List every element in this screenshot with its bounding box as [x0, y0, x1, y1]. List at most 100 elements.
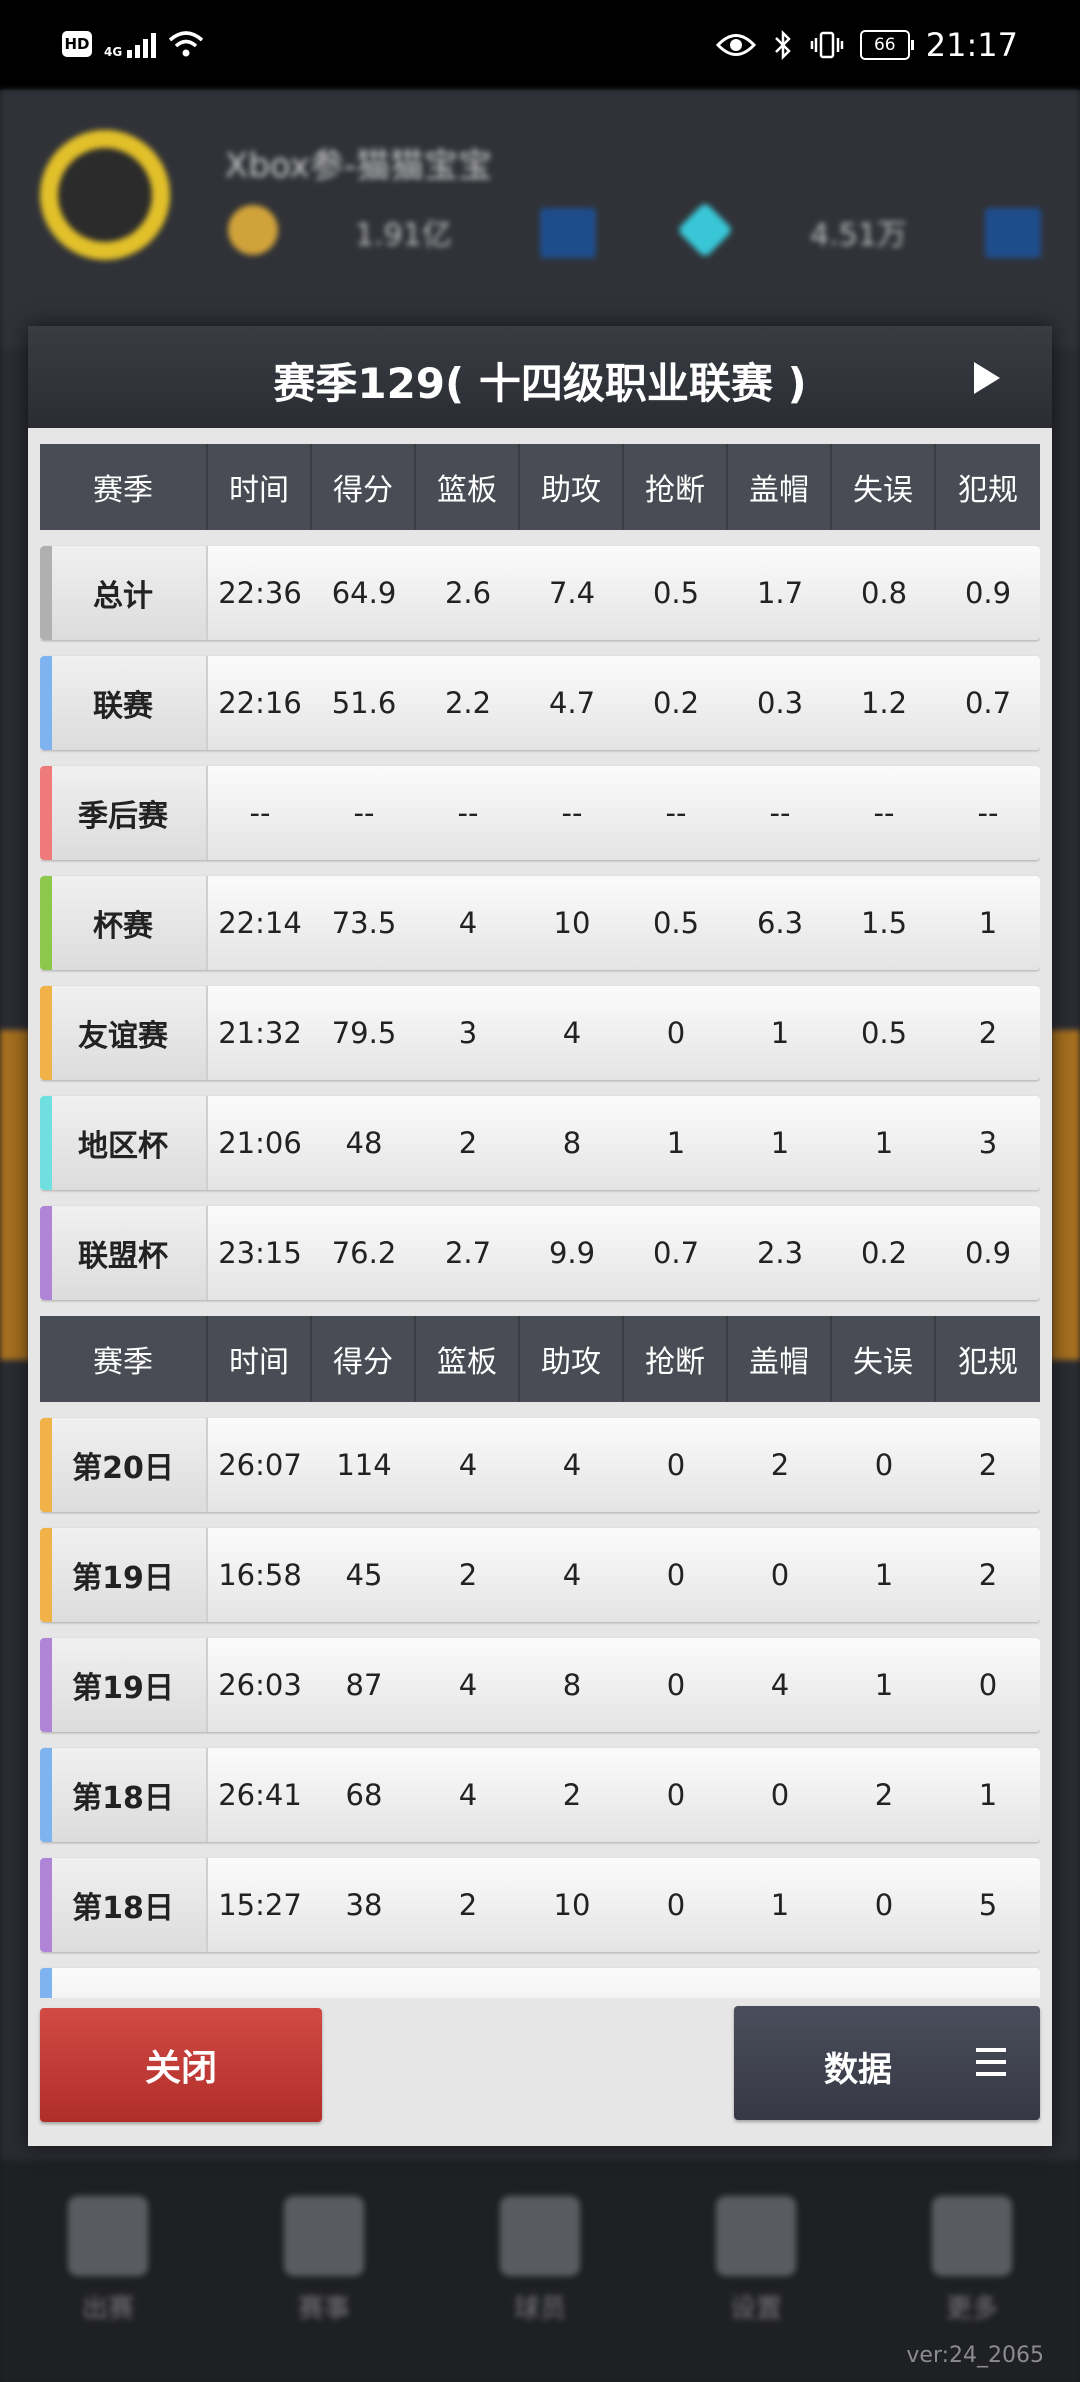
- stat-cell: 10: [553, 906, 591, 940]
- trophy-icon: [284, 2196, 364, 2276]
- stat-cell: 2: [770, 1448, 790, 1482]
- stat-cell: 38: [345, 1888, 383, 1922]
- stat-cell: 4: [562, 1558, 582, 1592]
- stat-cell: 2.2: [444, 686, 492, 720]
- column-header: 篮板: [416, 444, 520, 530]
- game-row[interactable]: [40, 1968, 1040, 1999]
- row-label: 第18日: [40, 1858, 208, 1952]
- stat-cell: 4: [562, 1016, 582, 1050]
- calendar-icon: [68, 2196, 148, 2276]
- stat-cell: 4: [458, 1778, 478, 1812]
- season-row[interactable]: 杯赛 22:14 73.5 4 10 0.5 6.3 1.5 1: [40, 876, 1040, 970]
- version-label: ver:24_2065: [906, 2343, 1044, 2368]
- stat-cell: 79.5: [331, 1016, 397, 1050]
- dialog-title: 赛季129( 十四级职业联赛 ): [273, 359, 807, 408]
- season-row[interactable]: 友谊赛 21:32 79.5 3 4 0 1 0.5 2: [40, 986, 1040, 1080]
- game-row[interactable]: 第19日 16:58 45 2 4 0 0 1 2: [40, 1528, 1040, 1622]
- category-color-bar: [40, 1858, 52, 1952]
- stat-cell: --: [769, 796, 791, 830]
- team-header: Xbox参-猫猫宝宝 1.91亿 4.51万: [0, 90, 1080, 350]
- data-menu-button[interactable]: 数据: [734, 2006, 1040, 2120]
- category-color-bar: [40, 1206, 52, 1300]
- stat-cell: 0.7: [652, 1236, 700, 1270]
- next-season-icon[interactable]: [974, 362, 1000, 394]
- stat-cell: 114: [336, 1448, 392, 1482]
- category-color-bar: [40, 986, 52, 1080]
- stat-cell: 2: [562, 1778, 582, 1812]
- season-row[interactable]: 联盟杯 23:15 76.2 2.7 9.9 0.7 2.3 0.2 0.9: [40, 1206, 1040, 1300]
- game-row[interactable]: 第18日 15:27 38 2 10 0 1 0 5: [40, 1858, 1040, 1952]
- wifi-icon: [169, 31, 204, 57]
- column-header: 得分: [312, 1316, 416, 1402]
- stat-cell: 0.5: [652, 576, 700, 610]
- stat-cell: --: [457, 796, 479, 830]
- row-label: 第19日: [40, 1638, 208, 1732]
- nav-item: 设置: [701, 2196, 811, 2346]
- column-header: 赛季: [40, 1316, 208, 1402]
- close-button[interactable]: 关闭: [40, 2008, 322, 2122]
- nav-item: 赛事: [269, 2196, 379, 2346]
- avatar: [40, 130, 170, 260]
- season-row[interactable]: 地区杯 21:06 48 2 8 1 1 1 3: [40, 1096, 1040, 1190]
- row-label: 第19日: [40, 1528, 208, 1622]
- row-label: 第20日: [40, 1418, 208, 1512]
- stat-cell: 1: [978, 1778, 998, 1812]
- table-header: 赛季 时间 得分 篮板 助攻 抢断 盖帽 失误 犯规: [40, 444, 1040, 530]
- more-icon: [932, 2196, 1012, 2276]
- season-row[interactable]: 总计 22:36 64.9 2.6 7.4 0.5 1.7 0.8 0.9: [40, 546, 1040, 640]
- dialog-header: 赛季129( 十四级职业联赛 ): [28, 326, 1052, 428]
- stat-cell: 21:06: [218, 1126, 302, 1160]
- stat-cell: 1.2: [860, 686, 908, 720]
- nav-label: 更多: [945, 2294, 998, 2324]
- category-color-bar: [40, 1528, 52, 1622]
- stats-table[interactable]: 赛季 时间 得分 篮板 助攻 抢断 盖帽 失误 犯规 总计 22:36 64.9 2.6 7.4 0.5 1.…: [40, 444, 1040, 1999]
- season-row[interactable]: 季后赛 -- -- -- -- -- -- -- --: [40, 766, 1040, 860]
- game-row[interactable]: 第18日 26:41 68 4 2 0 0 2 1: [40, 1748, 1040, 1842]
- team-name: Xbox参-猫猫宝宝: [225, 146, 493, 186]
- stat-cell: 8: [562, 1126, 582, 1160]
- stat-cell: 2.7: [444, 1236, 492, 1270]
- stat-cell: 0: [978, 1668, 998, 1702]
- gem-value: 4.51万: [810, 218, 907, 253]
- row-label: 杯赛: [40, 876, 208, 970]
- game-row[interactable]: 第19日 26:03 87 4 8 0 4 1 0: [40, 1638, 1040, 1732]
- coin-icon: [228, 205, 278, 255]
- stat-cell: 0: [666, 1448, 686, 1482]
- column-header: 时间: [208, 444, 312, 530]
- battery-level: 66: [873, 35, 896, 55]
- menu-icon: [976, 2048, 1006, 2076]
- stat-cell: 26:41: [218, 1778, 302, 1812]
- stat-cell: 21:32: [218, 1016, 302, 1050]
- stat-cell: 5: [978, 1888, 998, 1922]
- stat-cell: 1: [874, 1558, 894, 1592]
- column-header: 抢断: [624, 444, 728, 530]
- stat-cell: 7.4: [548, 576, 596, 610]
- stat-cell: 1.7: [756, 576, 804, 610]
- stat-cell: 68: [345, 1778, 383, 1812]
- stat-cell: 0: [666, 1888, 686, 1922]
- column-header: 时间: [208, 1316, 312, 1402]
- column-header: 助攻: [520, 1316, 624, 1402]
- column-header: 犯规: [958, 1345, 1018, 1380]
- column-header: 犯规: [958, 473, 1018, 508]
- signal-icon: 4G: [104, 30, 157, 58]
- column-header: 得分: [312, 444, 416, 530]
- nav-item: 出赛: [53, 2196, 163, 2346]
- game-row[interactable]: 第20日 26:07 114 4 4 0 2 0 2: [40, 1418, 1040, 1512]
- nav-label: 赛事: [297, 2294, 350, 2324]
- season-row[interactable]: 联赛 22:16 51.6 2.2 4.7 0.2 0.3 1.2 0.7: [40, 656, 1040, 750]
- stat-cell: --: [977, 796, 999, 830]
- background-card: [0, 1030, 30, 1360]
- stat-cell: 0: [666, 1668, 686, 1702]
- stat-cell: 0: [874, 1888, 894, 1922]
- stat-cell: --: [249, 796, 271, 830]
- stat-cell: 2: [458, 1126, 478, 1160]
- stat-cell: 0.7: [964, 686, 1012, 720]
- stat-cell: 73.5: [331, 906, 397, 940]
- battery-icon: 66: [859, 30, 914, 60]
- status-bar: HD 4G 66 21:17: [0, 0, 1080, 90]
- eye-icon: [715, 34, 756, 56]
- stat-cell: --: [561, 796, 583, 830]
- stat-cell: 1: [666, 1126, 686, 1160]
- column-header: 失误: [832, 1316, 936, 1402]
